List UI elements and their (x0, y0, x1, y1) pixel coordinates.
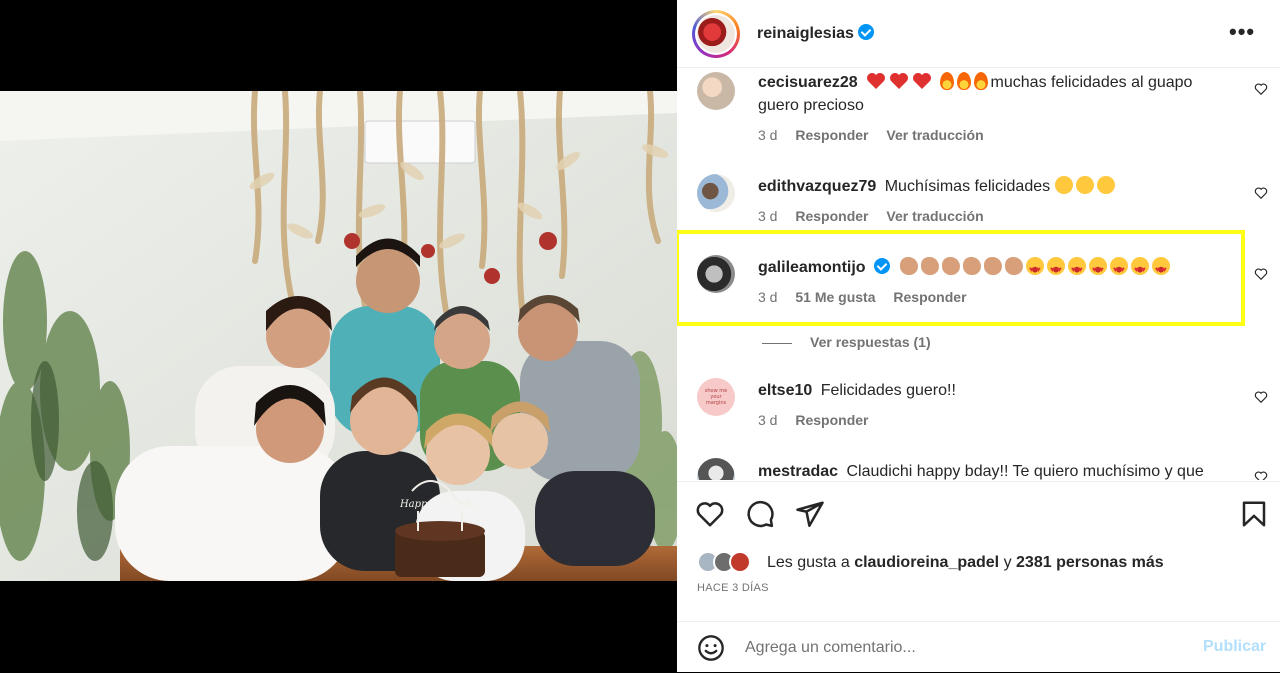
comment-body: muchas felicidades al guapo (990, 74, 1193, 91)
post-media: Happy Birthday (0, 0, 677, 672)
comment-likes[interactable]: 51 Me gusta (795, 289, 875, 305)
family-birthday-photo: Happy Birthday (0, 91, 677, 581)
comment-body: Muchísimas felicidades (884, 178, 1051, 195)
like-comment-heart-icon[interactable] (1254, 82, 1268, 96)
comment-text: cecisuarez28 muchas felicidades al guapo… (758, 71, 1218, 117)
comment-text: eltse10 Felicidades guero!! (758, 379, 1218, 402)
clapping-hands-emoji-icon (942, 257, 961, 275)
fire-emoji-icon (956, 72, 971, 90)
comment-meta: 3 d 51 Me gusta Responder (758, 289, 981, 305)
comment-time[interactable]: 3 d (758, 127, 777, 143)
fire-emoji-icon (973, 72, 988, 90)
view-replies-button[interactable]: Ver respuestas (1) (762, 334, 931, 350)
clapping-hands-emoji-icon (921, 257, 940, 275)
comment-time[interactable]: 3 d (758, 412, 777, 428)
comment-time[interactable]: 3 d (758, 289, 777, 305)
like-comment-heart-icon[interactable] (1254, 267, 1268, 281)
comment-username[interactable]: mestradac (758, 463, 838, 480)
likes-text: Les gusta a claudioreina_padel y 2381 pe… (767, 554, 1164, 572)
clapping-hands-emoji-icon (963, 257, 982, 275)
share-send-icon[interactable] (795, 499, 825, 529)
comment-text: mestradac Claudichi happy bday!! Te quie… (758, 460, 1218, 480)
comment-meta: 3 d Responder (758, 412, 882, 428)
clapping-hands-emoji-icon (1005, 257, 1024, 275)
comment-avatar[interactable] (697, 174, 735, 212)
comment-meta: 3 d Responder Ver traducción (758, 208, 998, 224)
owner-username-text[interactable]: reinaiglesias (757, 25, 854, 42)
heart-eyes-emoji-icon (1026, 257, 1045, 281)
translate-button[interactable]: Ver traducción (886, 127, 983, 143)
clapping-hands-emoji-icon (984, 257, 1003, 275)
reply-button[interactable]: Responder (795, 412, 868, 428)
like-comment-heart-icon[interactable] (1254, 186, 1268, 200)
party-face-emoji-icon (1054, 176, 1073, 194)
like-heart-icon[interactable] (695, 499, 725, 529)
comment-username[interactable]: edithvazquez79 (758, 178, 876, 195)
cake-topper-text: Happy Birthday (399, 499, 480, 510)
reply-button[interactable]: Responder (893, 289, 966, 305)
post-timestamp[interactable]: HACE 3 DÍAS (697, 582, 769, 594)
liker-username[interactable]: claudioreina_padel (854, 554, 999, 571)
replies-divider (762, 342, 792, 344)
comment-text: galileamontijo (758, 256, 1218, 281)
more-options-icon[interactable]: ••• (1229, 21, 1259, 46)
comment-bubble-icon[interactable] (745, 499, 775, 529)
bookmark-save-icon[interactable] (1239, 499, 1269, 529)
comment-avatar[interactable] (697, 255, 735, 293)
post-sidebar: reinaiglesias ••• cecisuarez28 muchas fe… (677, 0, 1280, 672)
verified-badge-icon (857, 24, 874, 40)
heart-eyes-emoji-icon (1110, 257, 1129, 281)
reply-button[interactable]: Responder (795, 208, 868, 224)
post-header: reinaiglesias ••• (677, 0, 1280, 68)
comment-text: edithvazquez79 Muchísimas felicidades (758, 175, 1218, 198)
party-face-emoji-icon (1096, 176, 1115, 194)
heart-eyes-emoji-icon (1047, 257, 1066, 281)
comment-username[interactable]: galileamontijo (758, 259, 866, 276)
like-comment-heart-icon[interactable] (1254, 470, 1268, 480)
owner-avatar[interactable] (692, 10, 740, 58)
liker-avatar (729, 551, 751, 573)
avatar-text: show me your margins (704, 388, 728, 406)
heart-eyes-emoji-icon (1131, 257, 1150, 281)
fire-emoji-icon (939, 72, 954, 90)
comment-input[interactable] (745, 634, 1185, 662)
translate-button[interactable]: Ver traducción (886, 208, 983, 224)
comment-username[interactable]: eltse10 (758, 382, 812, 399)
verified-badge-icon (873, 258, 890, 274)
comment-username[interactable]: cecisuarez28 (758, 74, 858, 91)
comment-body-cont: guero precioso (758, 97, 864, 114)
likes-prefix: Les gusta a (767, 554, 850, 571)
post-photo[interactable]: Happy Birthday (0, 91, 677, 581)
heart-emoji-icon (866, 73, 939, 91)
comment-body: Claudichi happy bday!! Te quiero muchísi… (846, 463, 1204, 480)
reply-button[interactable]: Responder (795, 127, 868, 143)
comment-avatar[interactable] (697, 458, 735, 480)
likers-avatars[interactable] (697, 551, 763, 575)
post-actions: Les gusta a claudioreina_padel y 2381 pe… (677, 481, 1280, 672)
view-replies-label[interactable]: Ver respuestas (1) (810, 334, 931, 350)
comment-avatar[interactable] (697, 72, 735, 110)
comment-meta: 3 d Responder Ver traducción (758, 127, 998, 143)
like-comment-heart-icon[interactable] (1254, 390, 1268, 404)
comment-avatar[interactable]: show me your margins (697, 378, 735, 416)
likes-conj: y (1003, 554, 1012, 571)
emoji-picker-icon[interactable] (697, 634, 725, 662)
likes-summary: Les gusta a claudioreina_padel y 2381 pe… (697, 551, 1257, 577)
party-face-emoji-icon (1075, 176, 1094, 194)
comment-body: Felicidades guero!! (820, 382, 956, 399)
comment-time[interactable]: 3 d (758, 208, 777, 224)
heart-eyes-emoji-icon (1068, 257, 1087, 281)
publish-button[interactable]: Publicar (1203, 638, 1266, 656)
heart-eyes-emoji-icon (1152, 257, 1171, 281)
instagram-post-modal: Happy Birthday reinaiglesias ••• cecisua… (0, 0, 1280, 672)
owner-username[interactable]: reinaiglesias (757, 24, 874, 43)
likes-count[interactable]: 2381 personas más (1016, 554, 1164, 571)
clapping-hands-emoji-icon (900, 257, 919, 275)
heart-eyes-emoji-icon (1089, 257, 1108, 281)
comments-list[interactable]: cecisuarez28 muchas felicidades al guapo… (677, 69, 1280, 480)
comment-composer: Publicar (677, 621, 1280, 673)
